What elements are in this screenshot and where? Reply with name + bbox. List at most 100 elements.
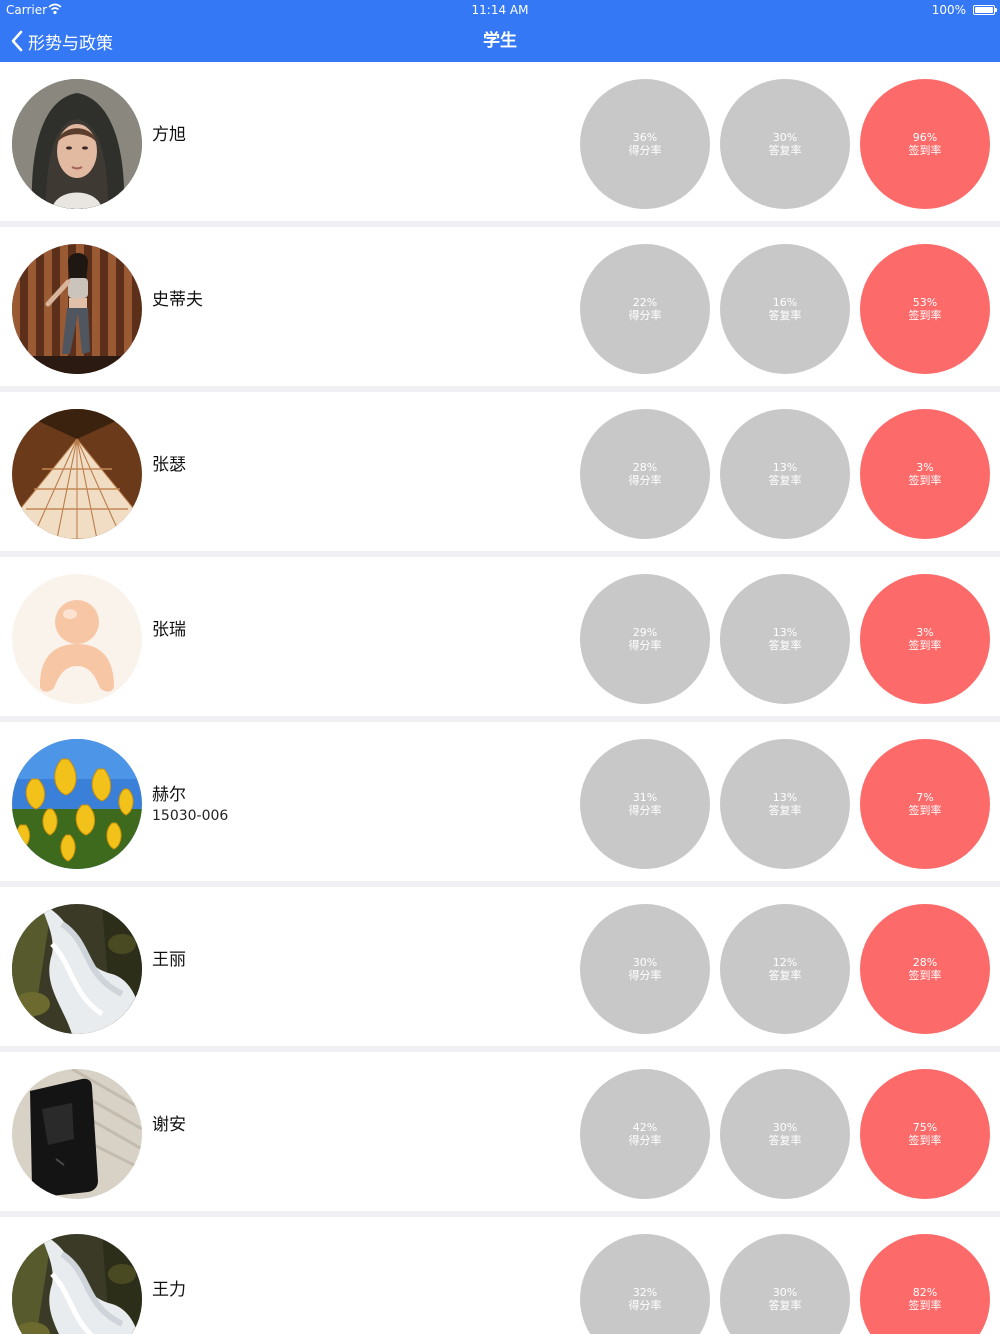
checkin-rate-label: 签到率	[908, 1134, 942, 1147]
app-screen: Carrier 11:14 AM 100% 形势与政策 学生 方旭 36% 得分…	[0, 0, 1000, 1334]
score-rate-value: 36%	[632, 131, 658, 144]
reply-rate-circle[interactable]: 30% 答复率	[720, 1069, 850, 1199]
score-rate-value: 31%	[632, 791, 658, 804]
reply-rate-value: 30%	[772, 131, 798, 144]
score-rate-value: 30%	[632, 956, 658, 969]
score-rate-label: 得分率	[628, 1134, 662, 1147]
score-rate-circle[interactable]: 32% 得分率	[580, 1234, 710, 1334]
score-rate-value: 42%	[632, 1121, 658, 1134]
reply-rate-label: 答复率	[768, 309, 802, 322]
checkin-rate-value: 3%	[916, 461, 934, 474]
student-row[interactable]: 赫尔 15030-006 31% 得分率 13% 答复率 7% 签到率	[0, 722, 1000, 887]
student-avatar	[12, 574, 142, 704]
score-rate-label: 得分率	[628, 309, 662, 322]
navigation-bar: 形势与政策 学生	[0, 20, 1000, 62]
reply-rate-circle[interactable]: 13% 答复率	[720, 409, 850, 539]
student-name: 王丽	[152, 950, 186, 970]
student-name: 张瑟	[152, 455, 186, 475]
score-rate-circle[interactable]: 30% 得分率	[580, 904, 710, 1034]
reply-rate-label: 答复率	[768, 474, 802, 487]
score-rate-circle[interactable]: 22% 得分率	[580, 244, 710, 374]
score-rate-circle[interactable]: 31% 得分率	[580, 739, 710, 869]
reply-rate-label: 答复率	[768, 804, 802, 817]
student-avatar	[12, 1069, 142, 1199]
student-name: 方旭	[152, 125, 186, 145]
student-name: 王力	[152, 1280, 186, 1300]
student-row[interactable]: 谢安 42% 得分率 30% 答复率 75% 签到率	[0, 1052, 1000, 1217]
chevron-left-icon	[11, 30, 23, 52]
back-button[interactable]: 形势与政策	[10, 20, 113, 62]
reply-rate-value: 13%	[772, 461, 798, 474]
student-row[interactable]: 王力 32% 得分率 30% 答复率 82% 签到率	[0, 1217, 1000, 1334]
student-row[interactable]: 张瑞 29% 得分率 13% 答复率 3% 签到率	[0, 557, 1000, 722]
battery-icon	[973, 5, 997, 15]
reply-rate-circle[interactable]: 13% 答复率	[720, 739, 850, 869]
checkin-rate-label: 签到率	[908, 969, 942, 982]
score-rate-value: 32%	[632, 1286, 658, 1299]
student-row[interactable]: 张瑟 28% 得分率 13% 答复率 3% 签到率	[0, 392, 1000, 557]
score-rate-label: 得分率	[628, 1299, 662, 1312]
score-rate-value: 22%	[632, 296, 658, 309]
student-list: 方旭 36% 得分率 30% 答复率 96% 签到率 史蒂夫 22% 得分率 16% 答复率 53% 签…	[0, 62, 1000, 1334]
student-row[interactable]: 王丽 30% 得分率 12% 答复率 28% 签到率	[0, 887, 1000, 1052]
student-row[interactable]: 史蒂夫 22% 得分率 16% 答复率 53% 签到率	[0, 227, 1000, 392]
checkin-rate-label: 签到率	[908, 144, 942, 157]
student-id: 15030-006	[152, 808, 229, 824]
reply-rate-value: 13%	[772, 626, 798, 639]
score-rate-circle[interactable]: 42% 得分率	[580, 1069, 710, 1199]
score-rate-label: 得分率	[628, 804, 662, 817]
checkin-rate-circle[interactable]: 53% 签到率	[860, 244, 990, 374]
checkin-rate-label: 签到率	[908, 804, 942, 817]
score-rate-value: 29%	[632, 626, 658, 639]
checkin-rate-value: 96%	[912, 131, 938, 144]
score-rate-circle[interactable]: 29% 得分率	[580, 574, 710, 704]
reply-rate-value: 16%	[772, 296, 798, 309]
checkin-rate-circle[interactable]: 7% 签到率	[860, 739, 990, 869]
score-rate-label: 得分率	[628, 144, 662, 157]
reply-rate-value: 12%	[772, 956, 798, 969]
score-rate-circle[interactable]: 28% 得分率	[580, 409, 710, 539]
checkin-rate-circle[interactable]: 3% 签到率	[860, 409, 990, 539]
reply-rate-circle[interactable]: 30% 答复率	[720, 79, 850, 209]
reply-rate-value: 13%	[772, 791, 798, 804]
checkin-rate-circle[interactable]: 96% 签到率	[860, 79, 990, 209]
checkin-rate-value: 7%	[916, 791, 934, 804]
student-avatar	[12, 244, 142, 374]
checkin-rate-label: 签到率	[908, 309, 942, 322]
reply-rate-circle[interactable]: 16% 答复率	[720, 244, 850, 374]
checkin-rate-value: 53%	[912, 296, 938, 309]
student-name: 赫尔	[152, 785, 186, 805]
reply-rate-label: 答复率	[768, 144, 802, 157]
reply-rate-value: 30%	[772, 1286, 798, 1299]
battery-percent: 100%	[931, 3, 966, 17]
checkin-rate-value: 75%	[912, 1121, 938, 1134]
checkin-rate-value: 3%	[916, 626, 934, 639]
student-avatar	[12, 79, 142, 209]
student-avatar	[12, 739, 142, 869]
reply-rate-circle[interactable]: 30% 答复率	[720, 1234, 850, 1334]
page-title: 学生	[483, 31, 517, 51]
checkin-rate-circle[interactable]: 75% 签到率	[860, 1069, 990, 1199]
clock-label: 11:14 AM	[471, 3, 529, 17]
checkin-rate-value: 82%	[912, 1286, 938, 1299]
checkin-rate-value: 28%	[912, 956, 938, 969]
reply-rate-label: 答复率	[768, 1134, 802, 1147]
reply-rate-label: 答复率	[768, 969, 802, 982]
reply-rate-circle[interactable]: 13% 答复率	[720, 574, 850, 704]
checkin-rate-label: 签到率	[908, 639, 942, 652]
checkin-rate-circle[interactable]: 82% 签到率	[860, 1234, 990, 1334]
score-rate-circle[interactable]: 36% 得分率	[580, 79, 710, 209]
score-rate-label: 得分率	[628, 474, 662, 487]
score-rate-value: 28%	[632, 461, 658, 474]
student-avatar	[12, 1234, 142, 1334]
checkin-rate-circle[interactable]: 28% 签到率	[860, 904, 990, 1034]
checkin-rate-circle[interactable]: 3% 签到率	[860, 574, 990, 704]
reply-rate-value: 30%	[772, 1121, 798, 1134]
student-avatar	[12, 409, 142, 539]
score-rate-label: 得分率	[628, 639, 662, 652]
student-row[interactable]: 方旭 36% 得分率 30% 答复率 96% 签到率	[0, 62, 1000, 227]
reply-rate-label: 答复率	[768, 639, 802, 652]
student-name: 史蒂夫	[152, 290, 203, 310]
reply-rate-circle[interactable]: 12% 答复率	[720, 904, 850, 1034]
reply-rate-label: 答复率	[768, 1299, 802, 1312]
